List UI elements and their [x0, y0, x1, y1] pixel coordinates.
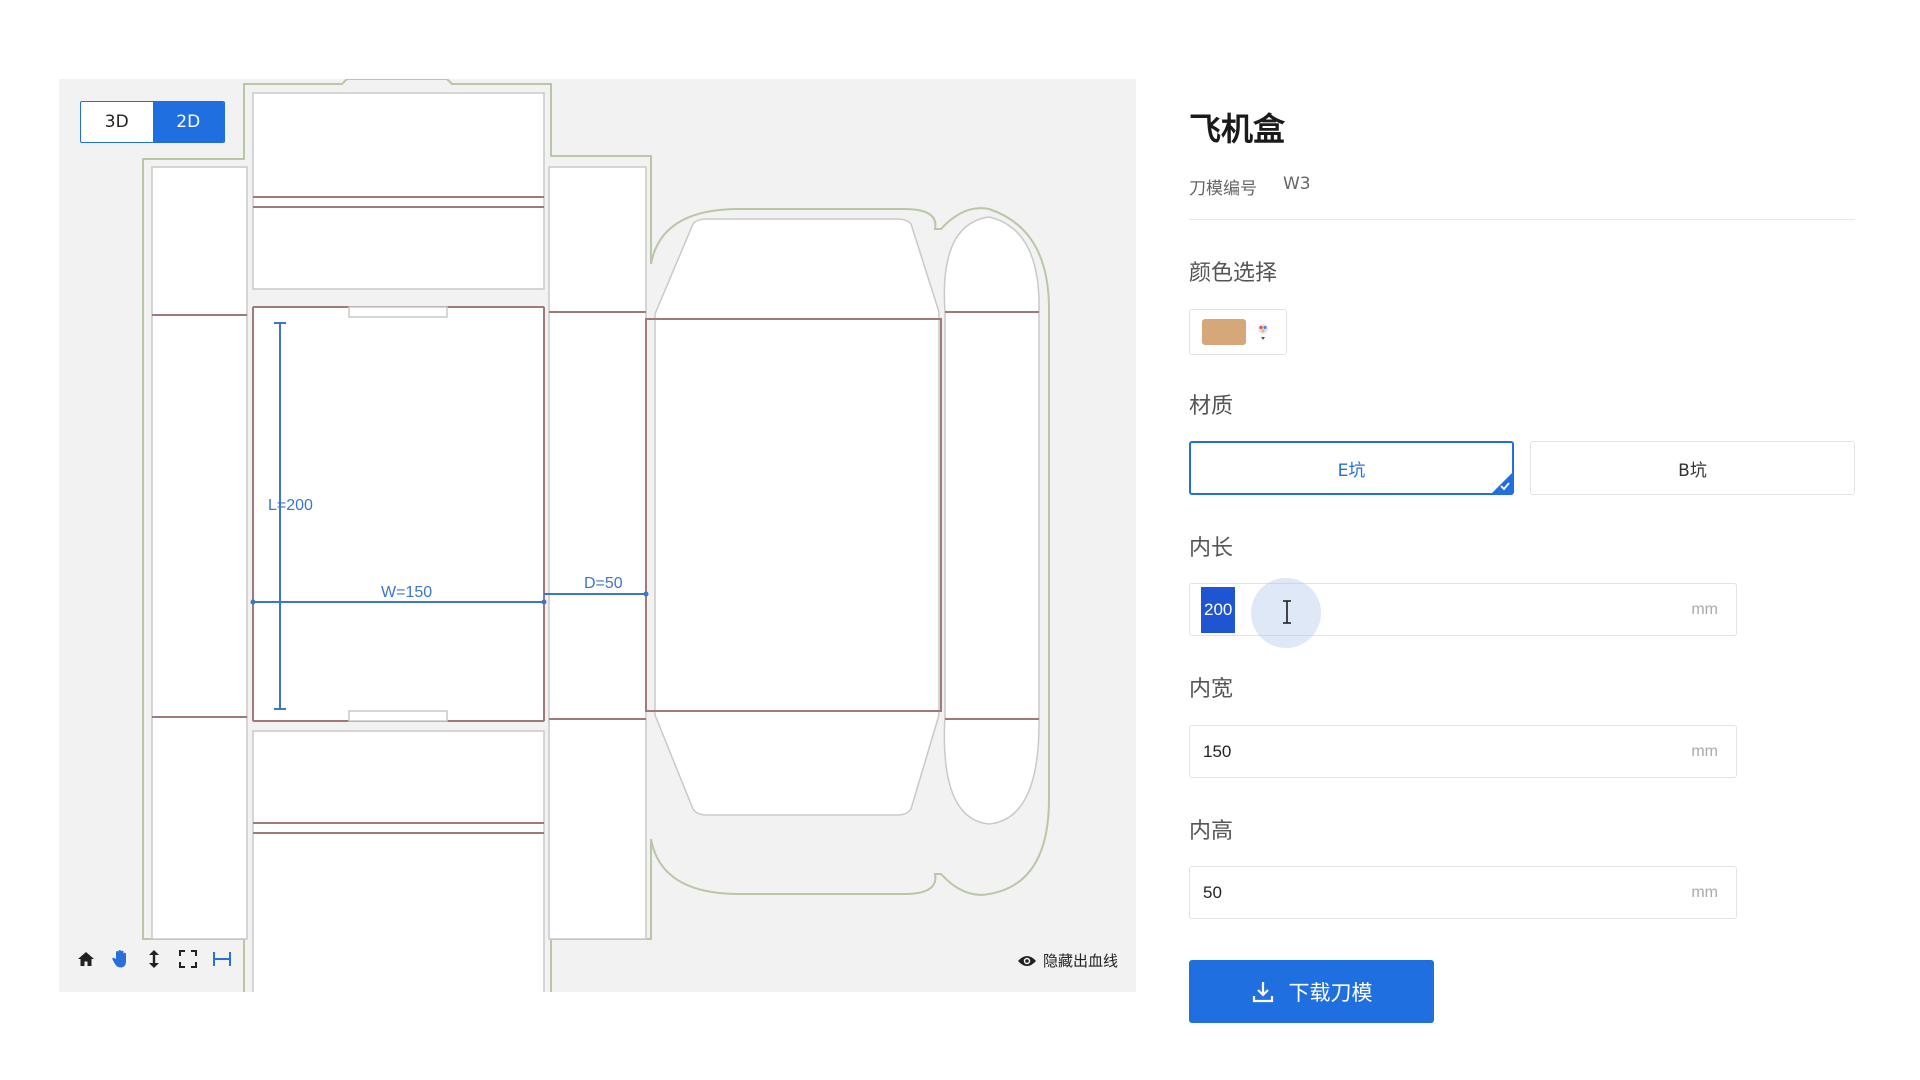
dieline-drawing: L=200 W=150 D=50 — [142, 79, 1050, 992]
color-section-label: 颜色选择 — [1189, 261, 1278, 286]
hand-icon[interactable] — [109, 948, 131, 970]
material-option-b-flute[interactable]: B坑 — [1530, 441, 1855, 495]
inner-width-label: 内宽 — [1189, 677, 1234, 702]
hide-bleed-toggle[interactable]: 隐藏出血线 — [1017, 950, 1118, 971]
hide-bleed-label: 隐藏出血线 — [1042, 952, 1118, 970]
material-section-label: 材质 — [1189, 394, 1234, 419]
material-option-label: B坑 — [1678, 460, 1707, 481]
download-button-label: 下载刀模 — [1288, 980, 1373, 1005]
die-code-row: 刀模编号 W3 — [1189, 174, 1311, 199]
dieline-canvas[interactable]: L=200 W=150 D=50 3D 2D 隐藏出血线 — [59, 79, 1136, 992]
die-code-value: W3 — [1283, 174, 1311, 194]
depth-dimension-label: D=50 — [584, 575, 623, 592]
inner-width-unit: mm — [1691, 742, 1718, 760]
check-icon — [1500, 482, 1510, 491]
color-picker[interactable] — [1189, 309, 1287, 355]
inner-width-input[interactable]: 150 mm — [1189, 725, 1737, 778]
product-title: 飞机盒 — [1189, 110, 1286, 148]
mode-2d-button[interactable]: 2D — [152, 102, 224, 142]
inner-height-label: 内高 — [1189, 819, 1234, 844]
fullscreen-icon[interactable] — [177, 948, 199, 970]
inner-height-value: 50 — [1203, 882, 1222, 902]
die-code-label: 刀模编号 — [1189, 179, 1257, 199]
home-icon[interactable] — [75, 948, 97, 970]
download-icon — [1252, 981, 1273, 1002]
canvas-toolbar — [75, 948, 233, 970]
width-dimension-label: W=150 — [381, 584, 432, 601]
vertical-arrows-icon[interactable] — [143, 948, 165, 970]
material-option-label: E坑 — [1337, 460, 1366, 481]
divider — [1189, 219, 1855, 220]
inner-length-value: 200 — [1201, 586, 1236, 633]
text-cursor-icon — [1283, 600, 1291, 624]
length-dimension-label: L=200 — [268, 497, 313, 514]
inner-width-value: 150 — [1203, 741, 1232, 761]
measure-icon[interactable] — [211, 948, 233, 970]
view-mode-toggle[interactable]: 3D 2D — [80, 101, 225, 143]
eye-icon — [1017, 955, 1036, 966]
download-die-button[interactable]: 下载刀模 — [1189, 960, 1434, 1023]
settings-panel: 飞机盒 刀模编号 W3 颜色选择 材质 E坑 B坑 内长 200 mm 内宽 1… — [1189, 0, 1859, 1080]
inner-height-unit: mm — [1691, 883, 1718, 901]
color-palette-icon — [1258, 324, 1268, 340]
color-swatch — [1202, 319, 1246, 345]
panels — [151, 92, 1040, 992]
mode-3d-button[interactable]: 3D — [81, 102, 153, 142]
inner-length-label: 内长 — [1189, 536, 1234, 561]
inner-length-unit: mm — [1691, 600, 1718, 618]
material-option-e-flute[interactable]: E坑 — [1189, 441, 1514, 495]
inner-height-input[interactable]: 50 mm — [1189, 866, 1737, 919]
